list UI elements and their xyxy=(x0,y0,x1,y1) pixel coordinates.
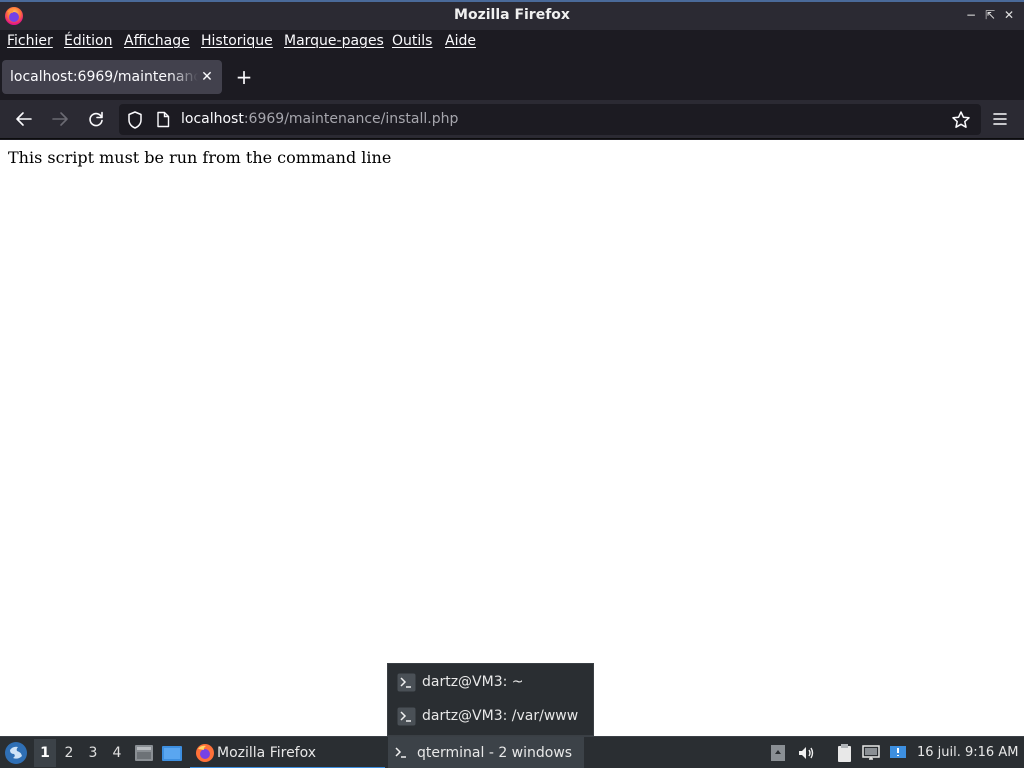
desktop-2[interactable]: 2 xyxy=(62,745,76,761)
url-host: localhost xyxy=(181,111,244,127)
forward-arrow-icon[interactable] xyxy=(49,108,71,130)
reload-icon[interactable] xyxy=(85,108,107,130)
hamburger-menu-icon[interactable] xyxy=(990,109,1010,129)
taskbar: 1 2 3 4 Mozilla Firefox qterminal - 2 wi… xyxy=(0,736,1024,768)
desktop-4[interactable]: 4 xyxy=(110,745,124,761)
start-menu-icon[interactable] xyxy=(4,741,28,765)
menu-edition[interactable]: Édition xyxy=(64,33,112,49)
back-arrow-icon[interactable] xyxy=(13,108,35,130)
taskbar-clock[interactable]: 16 juil. 9:16 AM xyxy=(917,745,1018,760)
navigation-toolbar: localhost:6969/maintenance/install.php xyxy=(0,100,1024,139)
url-bar[interactable]: localhost:6969/maintenance/install.php xyxy=(119,104,981,135)
minimize-icon[interactable]: − xyxy=(964,8,978,22)
tab-localhost[interactable]: localhost:6969/maintenance/install.php ✕ xyxy=(2,60,222,94)
desktop-1[interactable]: 1 xyxy=(38,745,52,761)
taskbar-window-popup: dartz@VM3: ~ dartz@VM3: /var/www xyxy=(387,663,594,736)
shield-icon[interactable] xyxy=(127,111,143,129)
notification-icon[interactable] xyxy=(888,743,908,763)
volume-icon[interactable] xyxy=(796,743,816,763)
menu-outils[interactable]: Outils xyxy=(392,33,432,49)
menu-bar: Fichier Édition Affichage Historique Mar… xyxy=(0,30,1024,54)
clipboard-icon[interactable] xyxy=(834,743,854,763)
page-content: This script must be run from the command… xyxy=(0,140,1024,736)
desktop-3[interactable]: 3 xyxy=(86,745,100,761)
menu-historique[interactable]: Historique xyxy=(201,33,273,49)
popup-item-var-www[interactable]: dartz@VM3: /var/www xyxy=(397,705,587,729)
window-title: Mozilla Firefox xyxy=(454,7,570,23)
menu-affichage[interactable]: Affichage xyxy=(124,33,190,49)
window-titlebar[interactable]: Mozilla Firefox − ⇱ ✕ xyxy=(0,0,1024,30)
popup-item-label: dartz@VM3: /var/www xyxy=(422,708,579,724)
firefox-icon xyxy=(195,743,215,763)
tab-label: localhost:6969/maintenance/install.php xyxy=(10,69,198,85)
tab-close-icon[interactable]: ✕ xyxy=(200,68,214,86)
page-message: This script must be run from the command… xyxy=(8,148,392,167)
task-label: qterminal - 2 windows xyxy=(417,745,573,761)
task-firefox[interactable]: Mozilla Firefox xyxy=(190,737,385,768)
tab-strip: localhost:6969/maintenance/install.php ✕… xyxy=(0,54,1024,100)
task-label: Mozilla Firefox xyxy=(217,745,317,761)
page-info-icon[interactable] xyxy=(156,111,170,128)
close-icon[interactable]: ✕ xyxy=(1002,8,1016,22)
maximize-icon[interactable]: ⇱ xyxy=(983,8,997,22)
menu-aide[interactable]: Aide xyxy=(445,33,476,49)
show-desktop-icon[interactable] xyxy=(161,743,183,763)
file-manager-icon[interactable] xyxy=(133,743,155,763)
url-path: :6969/maintenance/install.php xyxy=(243,111,459,127)
task-qterminal[interactable]: qterminal - 2 windows xyxy=(388,737,584,768)
terminal-icon xyxy=(393,743,412,762)
url-text[interactable]: localhost:6969/maintenance/install.php xyxy=(181,111,458,127)
menu-fichier[interactable]: Fichier xyxy=(7,33,53,49)
popup-item-label: dartz@VM3: ~ xyxy=(422,674,524,690)
star-icon[interactable] xyxy=(951,110,971,130)
plus-icon[interactable]: + xyxy=(234,67,254,87)
menu-marque-pages[interactable]: Marque-pages xyxy=(284,33,384,49)
popup-item-home[interactable]: dartz@VM3: ~ xyxy=(397,671,587,695)
terminal-icon xyxy=(397,707,416,726)
network-icon[interactable] xyxy=(861,743,881,763)
tray-arrow-icon[interactable] xyxy=(768,743,788,763)
terminal-icon xyxy=(397,673,416,692)
